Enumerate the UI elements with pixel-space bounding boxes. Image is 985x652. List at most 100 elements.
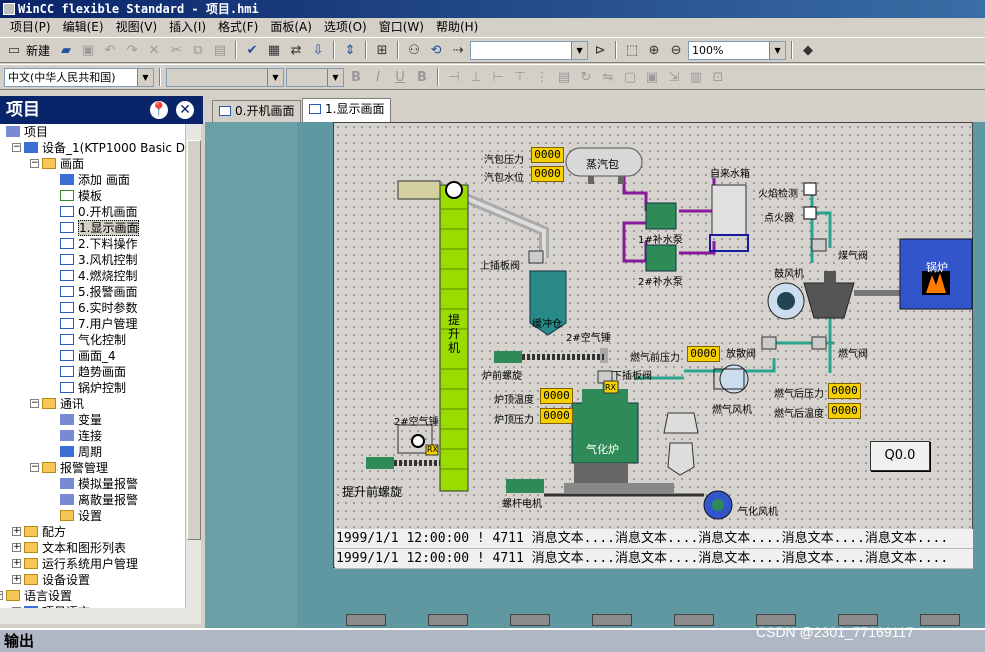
undo-icon[interactable]: ↶ [100,40,120,60]
tree-item[interactable]: 1.显示画面 [60,220,140,236]
menu-insert[interactable]: 插入(I) [163,18,212,36]
menu-format[interactable]: 格式(F) [212,18,264,36]
tree-item[interactable]: + 配方 [12,524,66,540]
function-key[interactable] [510,614,550,626]
tree-item[interactable]: 6.实时参数 [60,300,137,316]
paste-icon[interactable]: ▤ [210,40,230,60]
pin-icon[interactable]: 📍 [148,99,170,121]
save-icon[interactable]: ▣ [78,40,98,60]
compile-icon[interactable]: ▦ [264,40,284,60]
fill-icon[interactable]: ◆ [798,40,818,60]
font-size-combo[interactable] [286,67,344,87]
zoom-combo[interactable]: 100% [688,40,787,60]
tree-item[interactable]: 锅炉控制 [60,380,126,396]
tree-item[interactable]: 添加 画面 [60,172,130,188]
expand-toggle[interactable]: + [12,559,21,568]
delete-icon[interactable]: ✕ [144,40,164,60]
order-icon[interactable]: ▥ [686,67,706,87]
close-icon[interactable]: ✕ [174,99,196,121]
tree-item[interactable]: 0.开机画面 [60,204,137,220]
alarm-row[interactable]: 1999/1/1 12:00:00 ! 4711 消息文本....消息文本...… [335,549,973,569]
hmi-screen[interactable]: 汽包压力 0000 汽包水位 0000 蒸汽包 自来水箱 火焰检测 点火器 1#… [333,122,973,569]
expand-toggle[interactable]: − [12,143,21,152]
tree-item[interactable]: 7.用户管理 [60,316,137,332]
tree-item[interactable]: 设置 [60,508,102,524]
tree-item[interactable]: 项目 [6,124,48,140]
search-combo[interactable] [470,40,589,60]
search-next-icon[interactable]: ⊳ [590,40,610,60]
redo-icon[interactable]: ↷ [122,40,142,60]
align-top-icon[interactable]: ⊤ [510,67,530,87]
drum-level-value[interactable]: 0000 [531,166,564,182]
top-temp-value[interactable]: 0000 [540,388,573,404]
tree-item[interactable]: + 文本和图形列表 [12,540,126,556]
zoom-out-icon[interactable]: ⊖ [666,40,686,60]
expand-toggle[interactable]: + [12,527,21,536]
tree-item[interactable]: 模板 [60,188,102,204]
function-key[interactable] [346,614,386,626]
tree-item[interactable]: 3.风机控制 [60,252,137,268]
menu-view[interactable]: 视图(V) [110,18,164,36]
align-left-icon[interactable]: ⊣ [444,67,464,87]
menu-panel[interactable]: 面板(A) [264,18,318,36]
download-icon[interactable]: ⇩ [308,40,328,60]
expand-toggle[interactable]: − [30,399,39,408]
tree-item[interactable]: 周期 [60,444,102,460]
copy-icon[interactable]: ⧉ [188,40,208,60]
function-key[interactable] [428,614,468,626]
italic-icon[interactable]: I [368,67,388,87]
check-icon[interactable]: ✔ [242,40,262,60]
size-icon[interactable]: ⇲ [664,67,684,87]
tree-item[interactable]: 画面_4 [60,348,116,364]
bold-icon[interactable]: B [346,67,366,87]
tree-item[interactable]: 连接 [60,428,102,444]
ungroup-icon[interactable]: ▣ [642,67,662,87]
tree-item[interactable]: 4.燃烧控制 [60,268,137,284]
layer-icon[interactable]: ▤ [554,67,574,87]
tree-item[interactable]: − 画面 [30,156,84,172]
group-icon[interactable]: ▢ [620,67,640,87]
expand-toggle[interactable]: + [12,543,21,552]
tree-hscrollbar[interactable] [0,608,201,624]
function-key[interactable] [592,614,632,626]
menu-project[interactable]: 项目(P) [4,18,57,36]
flip-icon[interactable]: ⇋ [598,67,618,87]
tree-item[interactable]: 2.下料操作 [60,236,137,252]
underline-icon[interactable]: U [390,67,410,87]
tree-item[interactable]: 模拟量报警 [60,476,138,492]
top-pressure-value[interactable]: 0000 [540,408,573,424]
menu-edit[interactable]: 编辑(E) [57,18,110,36]
expand-toggle[interactable]: + [0,591,3,600]
open-icon[interactable]: ▰ [56,40,76,60]
tree-item[interactable]: 5.报警画面 [60,284,137,300]
object-icon[interactable]: ⊞ [372,40,392,60]
tab-display-screen[interactable]: 1.显示画面 [302,98,392,122]
new-button[interactable]: 新建 [26,42,50,59]
strike-icon[interactable]: B [412,67,432,87]
tree-item[interactable]: 气化控制 [60,332,126,348]
function-key[interactable] [920,614,960,626]
align-icon[interactable]: ⇕ [340,40,360,60]
pos-icon[interactable]: ⊡ [708,67,728,87]
expand-toggle[interactable]: − [30,463,39,472]
pre-combust-pressure-value[interactable]: 0000 [687,346,720,362]
align-center-icon[interactable]: ⊥ [466,67,486,87]
expand-toggle[interactable]: + [12,575,21,584]
tree-item[interactable]: − 通讯 [30,396,84,412]
zoom-area-icon[interactable]: ⬚ [622,40,642,60]
rotate-icon[interactable]: ↻ [576,67,596,87]
post-temp-value[interactable]: 0000 [828,403,861,419]
tree-item[interactable]: + 语言设置 [0,588,72,604]
distribute-icon[interactable]: ⋮ [532,67,552,87]
alarm-row[interactable]: 1999/1/1 12:00:00 ! 4711 消息文本....消息文本...… [335,529,973,549]
binoculars-icon[interactable]: ⚇ [404,40,424,60]
tree-item[interactable]: 趋势画面 [60,364,126,380]
tree-scrollbar[interactable] [185,124,201,608]
replace-icon[interactable]: ⟲ [426,40,446,60]
tree-item[interactable]: 离散量报警 [60,492,138,508]
tab-startup-screen[interactable]: 0.开机画面 [212,100,302,122]
zoom-in-icon[interactable]: ⊕ [644,40,664,60]
post-pressure-value[interactable]: 0000 [828,383,861,399]
cross-ref-icon[interactable]: ⇢ [448,40,468,60]
function-key[interactable] [674,614,714,626]
